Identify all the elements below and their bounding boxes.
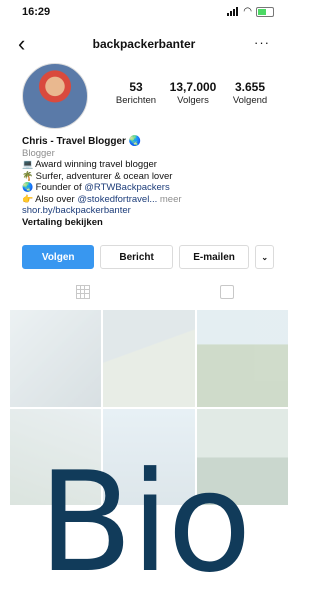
stat-label: Volgers	[177, 95, 209, 106]
wifi-icon: ◠	[243, 6, 252, 17]
stat-followers[interactable]: 13,7.000 Volgers	[165, 80, 221, 106]
email-button[interactable]: E-mailen	[178, 245, 250, 269]
more-link[interactable]: meer	[157, 194, 182, 205]
profile-tabs	[0, 283, 288, 303]
stat-posts[interactable]: 53 Berichten	[108, 80, 164, 106]
bio-line: 🌴 Surfer, adventurer & ocean lover	[22, 171, 272, 183]
website-link[interactable]: shor.by/backpackerbanter	[22, 205, 272, 217]
bio-text: Also over	[35, 193, 78, 205]
avatar[interactable]	[22, 63, 88, 129]
globe-icon: 🌏	[22, 182, 34, 192]
status-icons: ◠	[227, 6, 274, 17]
profile-header: ‹ backpackerbanter ···	[0, 28, 288, 62]
bio-line: 🌏 Founder of @RTWBackpackers	[22, 182, 272, 194]
bio-text: Surfer, adventurer & ocean lover	[35, 170, 173, 182]
profile-username: backpackerbanter	[92, 37, 196, 51]
translation-link[interactable]: Vertaling bekijken	[22, 217, 272, 229]
stat-label: Volgend	[232, 95, 268, 106]
grid-icon[interactable]	[76, 285, 90, 299]
bio-line: 💻 Award winning travel blogger	[22, 159, 272, 171]
photo-tile[interactable]	[10, 310, 102, 407]
photo-tile[interactable]	[103, 310, 195, 407]
battery-icon	[256, 6, 274, 17]
mention-link[interactable]: @RTWBackpackers	[84, 182, 170, 193]
chevron-down-icon[interactable]: ⌄	[255, 245, 274, 269]
photo-tile[interactable]	[196, 310, 288, 407]
palm-tree-icon: 🌴	[22, 170, 34, 181]
profile-bio: Chris - Travel Blogger 🌏 Blogger 💻 Award…	[22, 136, 272, 228]
stat-following[interactable]: 3.655 Volgend	[222, 80, 278, 106]
stat-number: 3.655	[234, 80, 266, 94]
point-right-icon: 👉	[22, 193, 34, 204]
profile-stats: 53 Berichten 13,7.000 Volgers 3.655 Volg…	[108, 80, 278, 106]
stat-number: 13,7.000	[169, 80, 217, 94]
tagged-icon[interactable]	[220, 285, 234, 299]
follow-button[interactable]: Volgen	[22, 245, 95, 269]
status-time: 16:29	[22, 6, 51, 18]
bio-text: Award winning travel blogger	[35, 159, 157, 170]
laptop-icon: 💻	[22, 159, 34, 169]
more-options-icon[interactable]: ···	[254, 35, 270, 50]
status-bar: 16:29 ◠	[0, 0, 288, 24]
bio-line: 👉 Also over @stokedfortravel... meer	[22, 194, 272, 206]
category-label: Blogger	[22, 147, 55, 159]
mention-link[interactable]: @stokedfortravel...	[77, 194, 157, 205]
overlay-heading: Bio	[38, 442, 251, 603]
signal-icon	[227, 7, 239, 16]
profile-actions: Volgen Bericht E-mailen ⌄	[22, 245, 274, 269]
stat-label: Berichten	[115, 95, 157, 106]
display-name: Chris - Travel Blogger 🌏	[22, 136, 142, 147]
bio-text: Founder of	[35, 182, 85, 193]
stat-number: 53	[129, 80, 143, 94]
message-button[interactable]: Bericht	[100, 245, 173, 269]
